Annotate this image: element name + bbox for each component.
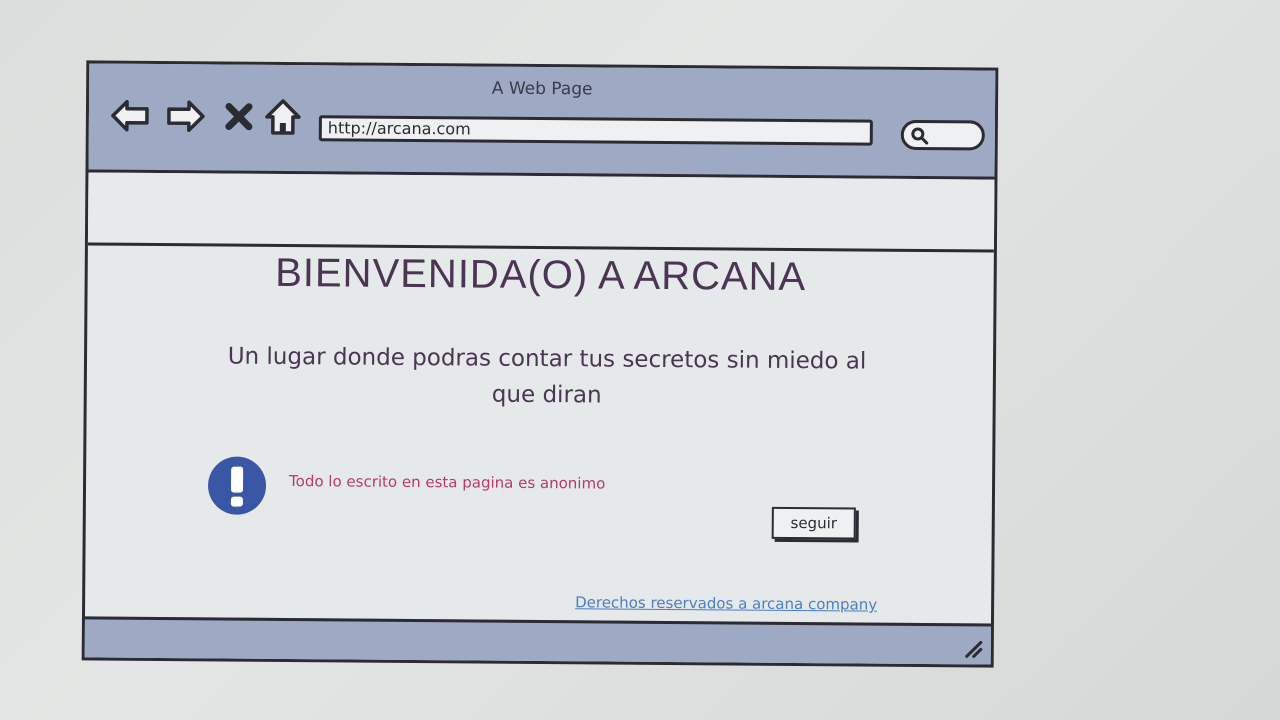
resize-grip-icon[interactable] — [961, 636, 985, 660]
continue-button[interactable]: seguir — [771, 506, 856, 540]
close-icon[interactable] — [217, 94, 261, 138]
status-bar — [84, 616, 991, 665]
home-icon[interactable] — [261, 95, 305, 139]
header-area — [87, 172, 995, 253]
back-arrow-icon[interactable] — [109, 94, 153, 138]
page-heading: BIENVENIDA(O) A ARCANA — [275, 250, 807, 300]
anonymity-notice: Todo lo escrito en esta pagina es anonim… — [289, 472, 606, 493]
search-icon — [911, 127, 929, 145]
copyright-link[interactable]: Derechos reservados a arcana company — [575, 593, 877, 613]
address-bar[interactable]: http://arcana.com — [318, 115, 873, 146]
page-content: BIENVENIDA(O) A ARCANA Un lugar donde po… — [85, 245, 994, 626]
exclamation-icon — [206, 454, 268, 516]
title-bar: A Web Page http://arcana.com — [88, 63, 996, 180]
forward-arrow-icon[interactable] — [163, 94, 207, 138]
browser-window: A Web Page http://arcana.com BIENVENIDA(… — [81, 60, 999, 668]
page-subtitle: Un lugar donde podras contar tus secreto… — [227, 343, 867, 409]
search-field[interactable] — [900, 119, 985, 151]
